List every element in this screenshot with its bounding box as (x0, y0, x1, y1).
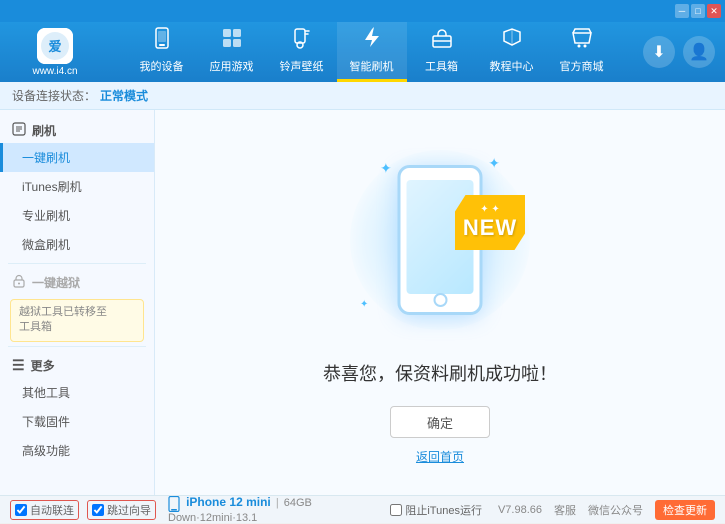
sidebar-item-pro-flash[interactable]: 专业刷机 (0, 201, 154, 230)
auto-connect-checkbox-wrap[interactable]: 自动联连 (10, 500, 79, 520)
apps-games-icon (221, 27, 243, 54)
logo-url: www.i4.cn (32, 66, 77, 77)
tutorial-icon (501, 27, 523, 54)
sidebar-section-more: ☰ 更多 (0, 351, 154, 378)
nav-tutorial[interactable]: 教程中心 (477, 22, 547, 82)
nav-apps-games-label: 应用游戏 (210, 58, 254, 74)
status-value: 正常模式 (100, 87, 148, 104)
skip-wizard-checkbox-wrap[interactable]: 跳过向导 (87, 500, 156, 520)
maximize-button[interactable]: □ (691, 4, 705, 18)
nav-apps-games[interactable]: 应用游戏 (197, 22, 267, 82)
nav-my-device-label: 我的设备 (140, 58, 184, 74)
sidebar: 刷机 一键刷机 iTunes刷机 专业刷机 微盒刷机 一键越狱 (0, 110, 155, 495)
download-button[interactable]: ⬇ (643, 36, 675, 68)
jailbreak-section-label: 一键越狱 (32, 274, 80, 291)
jailbreak-section-icon (12, 274, 26, 291)
header: 爱 www.i4.cn 我的设备 (0, 22, 725, 82)
new-ribbon: ✦ ✦ NEW (455, 195, 525, 250)
ringtone-icon (291, 27, 313, 54)
nav-toolbox[interactable]: 工具箱 (407, 22, 477, 82)
sidebar-item-advanced[interactable]: 高级功能 (0, 436, 154, 465)
smart-flash-icon (361, 27, 383, 54)
new-text: NEW (463, 215, 517, 241)
nav-smart-flash-label: 智能刷机 (350, 58, 394, 74)
logo-icon: 爱 (37, 28, 73, 64)
check-update-button[interactable]: 检查更新 (655, 500, 715, 520)
toolbox-icon (431, 27, 453, 54)
skip-wizard-checkbox[interactable] (92, 504, 104, 516)
main-layout: 刷机 一键刷机 iTunes刷机 专业刷机 微盒刷机 一键越狱 (0, 110, 725, 495)
device-name: iPhone 12 mini (186, 495, 271, 509)
store-icon (571, 27, 593, 54)
footer-links: V7.98.66 客服 微信公众号 检查更新 (498, 500, 715, 520)
more-section-icon: ☰ (12, 357, 25, 374)
sidebar-section-flash: 刷机 (0, 116, 154, 143)
confirm-button[interactable]: 确定 (390, 406, 490, 438)
logo-area[interactable]: 爱 www.i4.cn (10, 28, 100, 77)
flash-section-icon (12, 122, 26, 139)
auto-connect-label: 自动联连 (30, 502, 74, 518)
device-info: iPhone 12 mini | 64GB Down·12mini·13.1 (168, 495, 312, 523)
nav-tutorial-label: 教程中心 (490, 58, 534, 74)
auto-connect-checkbox[interactable] (15, 504, 27, 516)
sidebar-item-one-click-flash[interactable]: 一键刷机 (0, 143, 154, 172)
my-device-icon (151, 27, 173, 54)
nav-store-label: 官方商城 (560, 58, 604, 74)
device-icon (168, 497, 186, 509)
divider-1 (8, 263, 146, 264)
stop-itunes-checkbox[interactable] (390, 504, 402, 516)
sparkle-3: ✦ (360, 299, 368, 310)
back-link[interactable]: 返回首页 (416, 448, 464, 465)
nav-ringtone[interactable]: 铃声壁纸 (267, 22, 337, 82)
sidebar-item-itunes-flash[interactable]: iTunes刷机 (0, 172, 154, 201)
sidebar-item-download-firmware[interactable]: 下载固件 (0, 407, 154, 436)
phone-home-btn (433, 293, 447, 307)
bottom-bar: 自动联连 跳过向导 iPhone 12 mini | 64GB Down·12m… (0, 495, 725, 523)
status-label: 设备连接状态： (12, 87, 96, 104)
nav-ringtone-label: 铃声壁纸 (280, 58, 324, 74)
sidebar-item-micro-flash[interactable]: 微盒刷机 (0, 230, 154, 259)
nav-items: 我的设备 应用游戏 铃声壁纸 (100, 22, 643, 82)
title-bar-controls: ─ □ ✕ (675, 4, 721, 18)
content-area: ✦ ✦ NEW ✦ ✦ ✦ 恭喜您，保资料刷机成功啦！ 确定 返回首页 (155, 110, 725, 495)
more-section-label: 更多 (31, 357, 55, 374)
minimize-button[interactable]: ─ (675, 4, 689, 18)
svg-text:爱: 爱 (48, 39, 61, 54)
bottom-right: 阻止iTunes运行 V7.98.66 客服 微信公众号 检查更新 (390, 500, 715, 520)
new-badge: ✦ ✦ NEW (455, 195, 525, 250)
sidebar-item-other-tools[interactable]: 其他工具 (0, 378, 154, 407)
sparkle-1: ✦ (380, 160, 392, 177)
skip-wizard-label: 跳过向导 (107, 502, 151, 518)
stop-itunes-label[interactable]: 阻止iTunes运行 (390, 502, 482, 518)
close-button[interactable]: ✕ (707, 4, 721, 18)
new-stars: ✦ ✦ (480, 204, 500, 215)
flash-section-label: 刷机 (32, 122, 56, 139)
nav-right-buttons: ⬇ 👤 (643, 36, 715, 68)
nav-store[interactable]: 官方商城 (547, 22, 617, 82)
title-bar: ─ □ ✕ (0, 0, 725, 22)
sidebar-section-jailbreak: 一键越狱 (0, 268, 154, 295)
status-bar: 设备连接状态： 正常模式 (0, 82, 725, 110)
nav-my-device[interactable]: 我的设备 (127, 22, 197, 82)
customer-service-link[interactable]: 客服 (554, 502, 576, 518)
wechat-public-link[interactable]: 微信公众号 (588, 502, 643, 518)
device-storage: 64GB (284, 497, 312, 509)
nav-toolbox-label: 工具箱 (425, 58, 458, 74)
divider-2 (8, 346, 146, 347)
stop-itunes-text: 阻止iTunes运行 (405, 502, 482, 518)
nav-smart-flash[interactable]: 智能刷机 (337, 22, 407, 82)
success-illustration: ✦ ✦ NEW ✦ ✦ ✦ (340, 140, 540, 340)
user-button[interactable]: 👤 (683, 36, 715, 68)
device-firmware: Down·12mini·13.1 (168, 512, 257, 524)
bottom-left: 自动联连 跳过向导 iPhone 12 mini | 64GB Down·12m… (10, 495, 312, 523)
version-text: V7.98.66 (498, 504, 542, 516)
sparkle-2: ✦ (488, 155, 500, 172)
jailbreak-notice: 越狱工具已转移至工具箱 (10, 299, 144, 342)
success-message: 恭喜您，保资料刷机成功啦！ (323, 360, 557, 386)
